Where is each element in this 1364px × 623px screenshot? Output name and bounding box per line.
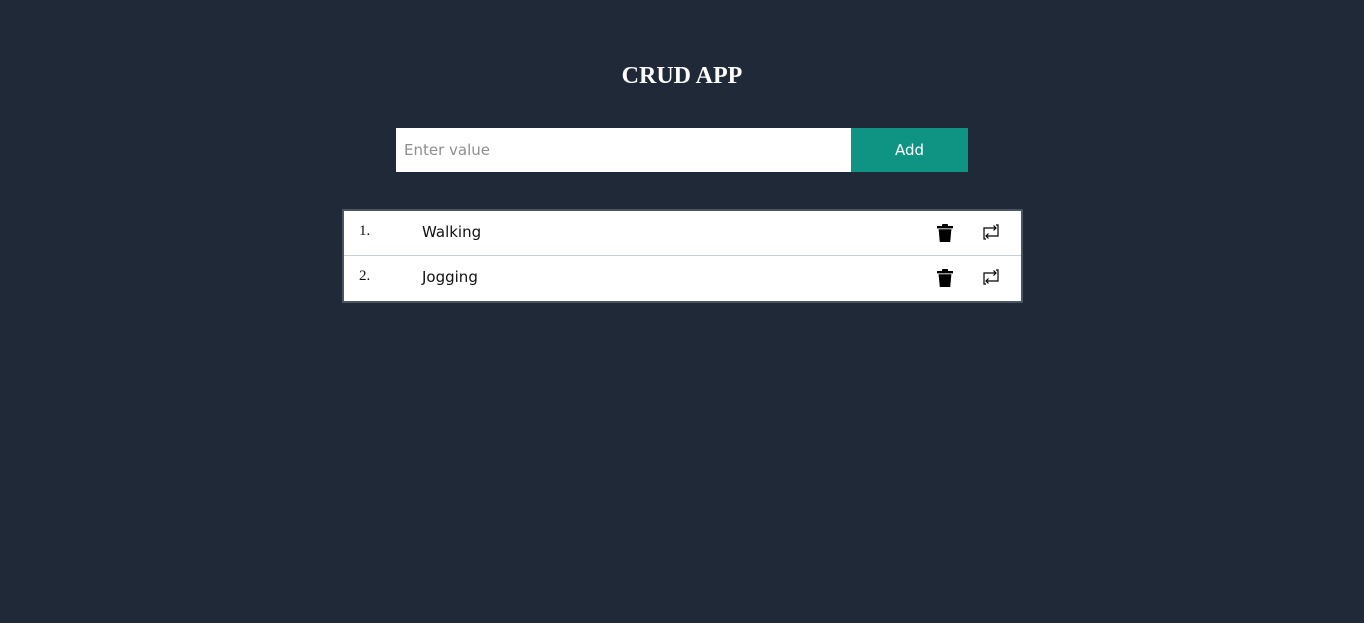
add-form: Add — [396, 128, 968, 172]
update-button[interactable] — [981, 222, 1001, 242]
delete-button[interactable] — [935, 223, 955, 243]
trash-icon — [937, 224, 953, 242]
update-button[interactable] — [981, 267, 1001, 287]
page-title: CRUD APP — [621, 63, 743, 89]
add-button[interactable]: Add — [851, 128, 968, 172]
item-text: Walking — [422, 223, 482, 241]
delete-button[interactable] — [935, 268, 955, 288]
item-list: 1. Walking 2. Jogging — [342, 209, 1023, 303]
list-item: 1. Walking — [344, 211, 1021, 256]
refresh-icon — [983, 224, 999, 240]
value-input[interactable] — [396, 128, 851, 172]
trash-icon — [937, 269, 953, 287]
item-text: Jogging — [422, 268, 478, 286]
item-number: 1. — [359, 223, 371, 239]
refresh-icon — [983, 269, 999, 285]
item-number: 2. — [359, 268, 371, 284]
list-item: 2. Jogging — [344, 256, 1021, 301]
